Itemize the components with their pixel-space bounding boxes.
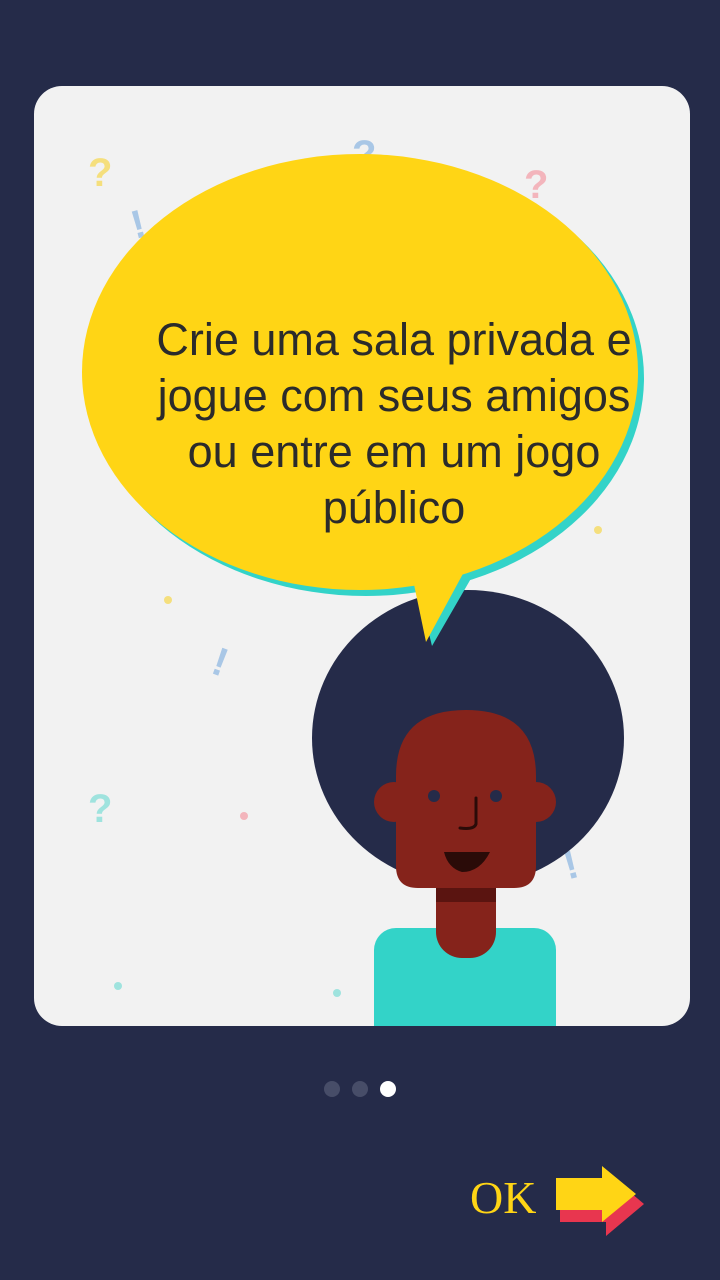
onboarding-card: ? ? ? ? ! ! ! — [34, 86, 690, 1026]
confetti-dot — [164, 596, 172, 604]
message-part: ou — [187, 426, 251, 477]
message-part: Crie uma sala privada e — [156, 314, 632, 365]
confetti-dot — [240, 812, 248, 820]
page-indicator — [0, 1081, 720, 1097]
exclamation-mark-icon: ! — [206, 639, 234, 685]
illustration: ? ? ? ? ! ! ! — [82, 133, 644, 1026]
arrow-right-icon — [556, 1166, 644, 1236]
page-dot-2[interactable] — [352, 1081, 368, 1097]
ok-button[interactable]: OK — [466, 1164, 656, 1236]
question-mark-icon: ? — [88, 151, 112, 195]
character — [312, 590, 624, 1026]
ok-label: OK — [470, 1171, 537, 1223]
character-eye-right — [490, 790, 502, 802]
onboarding-message: Crie uma sala privada e jogue com seus a… — [144, 312, 644, 536]
confetti-dot — [114, 982, 122, 990]
question-mark-icon: ? — [88, 787, 112, 831]
page-dot-1[interactable] — [324, 1081, 340, 1097]
message-part: jogue com seus amigos — [157, 370, 631, 421]
character-eye-left — [428, 790, 440, 802]
message-part: entre em um jogo público — [250, 426, 601, 533]
confetti-dot — [333, 989, 341, 997]
page-dot-3[interactable] — [380, 1081, 396, 1097]
